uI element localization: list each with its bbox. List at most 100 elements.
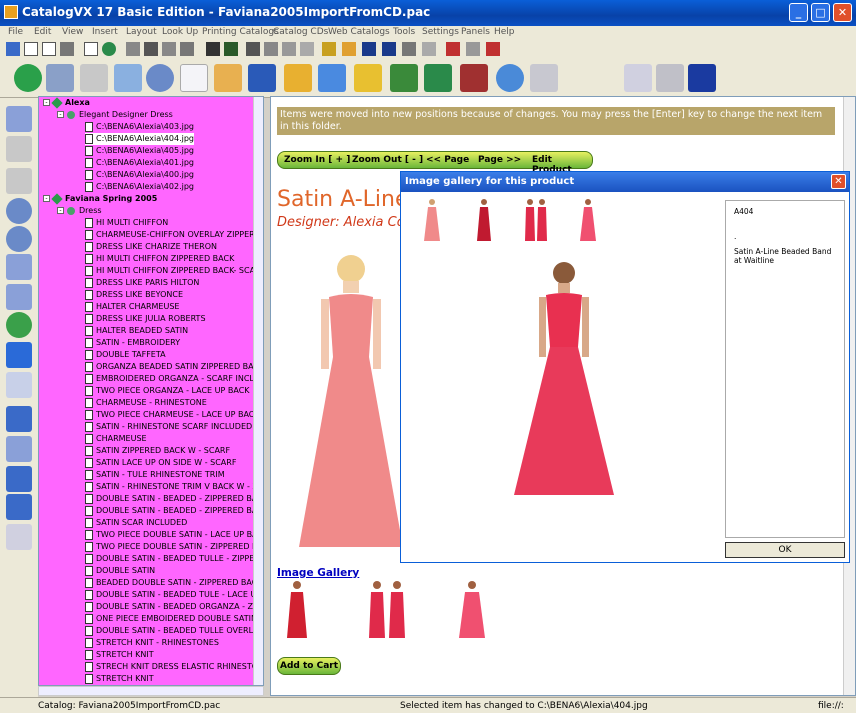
minimize-button[interactable]: _ <box>789 3 808 22</box>
tree-item[interactable]: DOUBLE SATIN - BEADED ORGANZA - ZIP <box>85 601 260 613</box>
menu-layout[interactable]: Layout <box>126 27 157 37</box>
document-icon[interactable] <box>24 42 38 56</box>
erase-icon[interactable] <box>446 42 460 56</box>
next-page-button[interactable]: Page >> <box>478 155 521 165</box>
tree-item[interactable]: TWO PIECE DOUBLE SATIN - LACE UP BAC <box>85 529 263 541</box>
tree-item[interactable]: DOUBLE SATIN - BEADED TULLE - ZIPPERE <box>85 553 263 565</box>
tree-item[interactable]: ONE PIECE EMBOIDERED DOUBLE SATIN <box>85 613 257 625</box>
books-icon[interactable] <box>390 64 418 92</box>
collapse-icon[interactable]: - <box>43 195 50 202</box>
stamp-icon[interactable] <box>60 42 74 56</box>
zoom-in-button[interactable]: Zoom In [ + ] <box>284 155 350 165</box>
tree-file[interactable]: C:\BENA6\Alexia\402.jpg <box>85 181 194 193</box>
tree-file-selected[interactable]: C:\BENA6\Alexia\404.jpg <box>85 133 194 145</box>
zoom-icon[interactable] <box>180 42 194 56</box>
tree-list-icon[interactable] <box>6 494 32 520</box>
tree-file[interactable]: C:\BENA6\Alexia\403.jpg <box>85 121 194 133</box>
tree-root-faviana[interactable]: - Faviana Spring 2005 <box>43 192 157 205</box>
tree-vertical-scrollbar[interactable] <box>253 97 263 685</box>
tree-item[interactable]: DRESS LIKE JULIA ROBERTS <box>85 313 206 325</box>
gallery-thumb-3[interactable] <box>457 580 487 640</box>
film-icon[interactable] <box>224 42 238 56</box>
tree-item[interactable]: DRESS LIKE BEYONCE <box>85 289 183 301</box>
device-icon[interactable] <box>624 64 652 92</box>
save-as-icon[interactable] <box>382 42 396 56</box>
new-icon[interactable] <box>6 42 20 56</box>
tree-item[interactable]: STRETCH KNIT <box>85 649 154 661</box>
save-icon[interactable] <box>362 42 376 56</box>
eraser-icon[interactable] <box>466 42 480 56</box>
document-search-icon[interactable] <box>6 372 32 398</box>
collapse-icon[interactable]: - <box>57 207 64 214</box>
book-icon[interactable] <box>354 64 382 92</box>
tree-item[interactable]: HALTER CHARMEUSE <box>85 301 179 313</box>
zoom-in-icon[interactable] <box>6 198 32 224</box>
close-button[interactable]: ✕ <box>833 3 852 22</box>
tree-item[interactable]: DRESS LIKE PARIS HILTON <box>85 277 199 289</box>
ok-button[interactable]: OK <box>725 542 845 558</box>
tree-item[interactable]: SATIN - TULE RHINESTONE TRIM <box>85 469 225 481</box>
report-icon[interactable] <box>6 436 32 462</box>
tree-item[interactable]: TWO PIECE DOUBLE SATIN - ZIPPERED BA <box>85 541 263 553</box>
cut-icon[interactable] <box>402 42 416 56</box>
tree-item[interactable]: TWO PIECE ORGANZA - LACE UP BACK <box>85 385 250 397</box>
tree-item[interactable]: CHARMEUSE-CHIFFON OVERLAY ZIPPERE <box>85 229 260 241</box>
cd-icon[interactable] <box>496 64 524 92</box>
menu-insert[interactable]: Insert <box>92 27 118 37</box>
menu-view[interactable]: View <box>62 27 83 37</box>
menu-tools[interactable]: Tools <box>393 27 415 37</box>
image-gallery-link[interactable]: Image Gallery <box>277 567 359 579</box>
tree-item[interactable]: DOUBLE SATIN - BEADED TULE - LACE UP <box>85 589 261 601</box>
tree-folder-dress[interactable]: - Dress <box>57 205 102 217</box>
collapse-icon[interactable]: - <box>43 99 50 106</box>
menu-catalog-cds[interactable]: Catalog CDs <box>273 27 328 37</box>
wand-icon[interactable] <box>80 64 108 92</box>
menu-settings[interactable]: Settings <box>422 27 459 37</box>
tree-item[interactable]: HALTER BEADED SATIN <box>85 325 188 337</box>
hierarchy-icon[interactable] <box>6 466 32 492</box>
dialog-thumb-2[interactable] <box>475 198 493 242</box>
dialog-thumb-3[interactable] <box>523 198 549 242</box>
tree-item[interactable]: CHARMEUSE <box>85 433 147 445</box>
delete-icon[interactable] <box>486 42 500 56</box>
tree-item[interactable]: HI MULTI CHIFFON ZIPPERED BACK- SCAR <box>85 265 261 277</box>
dialog-close-button[interactable]: ✕ <box>831 174 846 189</box>
menu-panels[interactable]: Panels <box>461 27 490 37</box>
save-disk-icon[interactable] <box>248 64 276 92</box>
collapse-icon[interactable]: - <box>57 111 64 118</box>
upload-icon[interactable] <box>460 64 488 92</box>
menu-web-catalogs[interactable]: Web Catalogs <box>328 27 390 37</box>
tree-folder-elegant[interactable]: - Elegant Designer Dress <box>57 109 173 121</box>
zoom-out-icon[interactable] <box>6 226 32 252</box>
tree-file[interactable]: C:\BENA6\Alexia\400.jpg <box>85 169 194 181</box>
tree-item[interactable]: DOUBLE SATIN - BEADED - ZIPPERED BAC <box>85 505 263 517</box>
tree-item[interactable]: HI MULTI CHIFFON <box>85 217 168 229</box>
zoom-out-button[interactable]: Zoom Out [ - ] <box>352 155 423 165</box>
pencil-icon[interactable] <box>322 42 336 56</box>
stick-icon[interactable] <box>656 64 684 92</box>
tree-item[interactable]: SATIN SCAR INCLUDED <box>85 517 187 529</box>
tree-item[interactable]: SATIN ZIPPERED BACK W - SCARF <box>85 445 230 457</box>
tree-item[interactable]: SATIN - RHINESTONE SCARF INCLUDED <box>85 421 252 433</box>
dialog-thumb-4[interactable] <box>579 198 597 242</box>
blank-page-icon[interactable] <box>180 64 208 92</box>
edit-page-icon[interactable] <box>6 406 32 432</box>
menu-help[interactable]: Help <box>494 27 515 37</box>
link-icon[interactable] <box>146 64 174 92</box>
recycle-icon[interactable] <box>6 312 32 338</box>
print-icon[interactable] <box>126 42 140 56</box>
tree-item[interactable]: CHARMEUSE - RHINESTONE <box>85 397 207 409</box>
tree-item[interactable]: DOUBLE SATIN <box>85 565 155 577</box>
copy-icon[interactable] <box>422 42 436 56</box>
dialog-thumb-1[interactable] <box>423 198 441 242</box>
export-icon[interactable] <box>424 64 452 92</box>
open-folder-icon[interactable] <box>214 64 242 92</box>
tree-item[interactable]: SATIN - EMBROIDERY <box>85 337 180 349</box>
page-list-icon[interactable] <box>6 106 32 132</box>
cols-icon[interactable] <box>300 42 314 56</box>
prev-page-button[interactable]: << Page <box>426 155 469 165</box>
tree-item[interactable]: DOUBLE SATIN - BEADED - ZIPPERED BAC <box>85 493 263 505</box>
folder-icon[interactable] <box>284 64 312 92</box>
rows-icon[interactable] <box>282 42 296 56</box>
tree-item[interactable]: EMBROIDERED ORGANZA - SCARF INCLU <box>85 373 259 385</box>
